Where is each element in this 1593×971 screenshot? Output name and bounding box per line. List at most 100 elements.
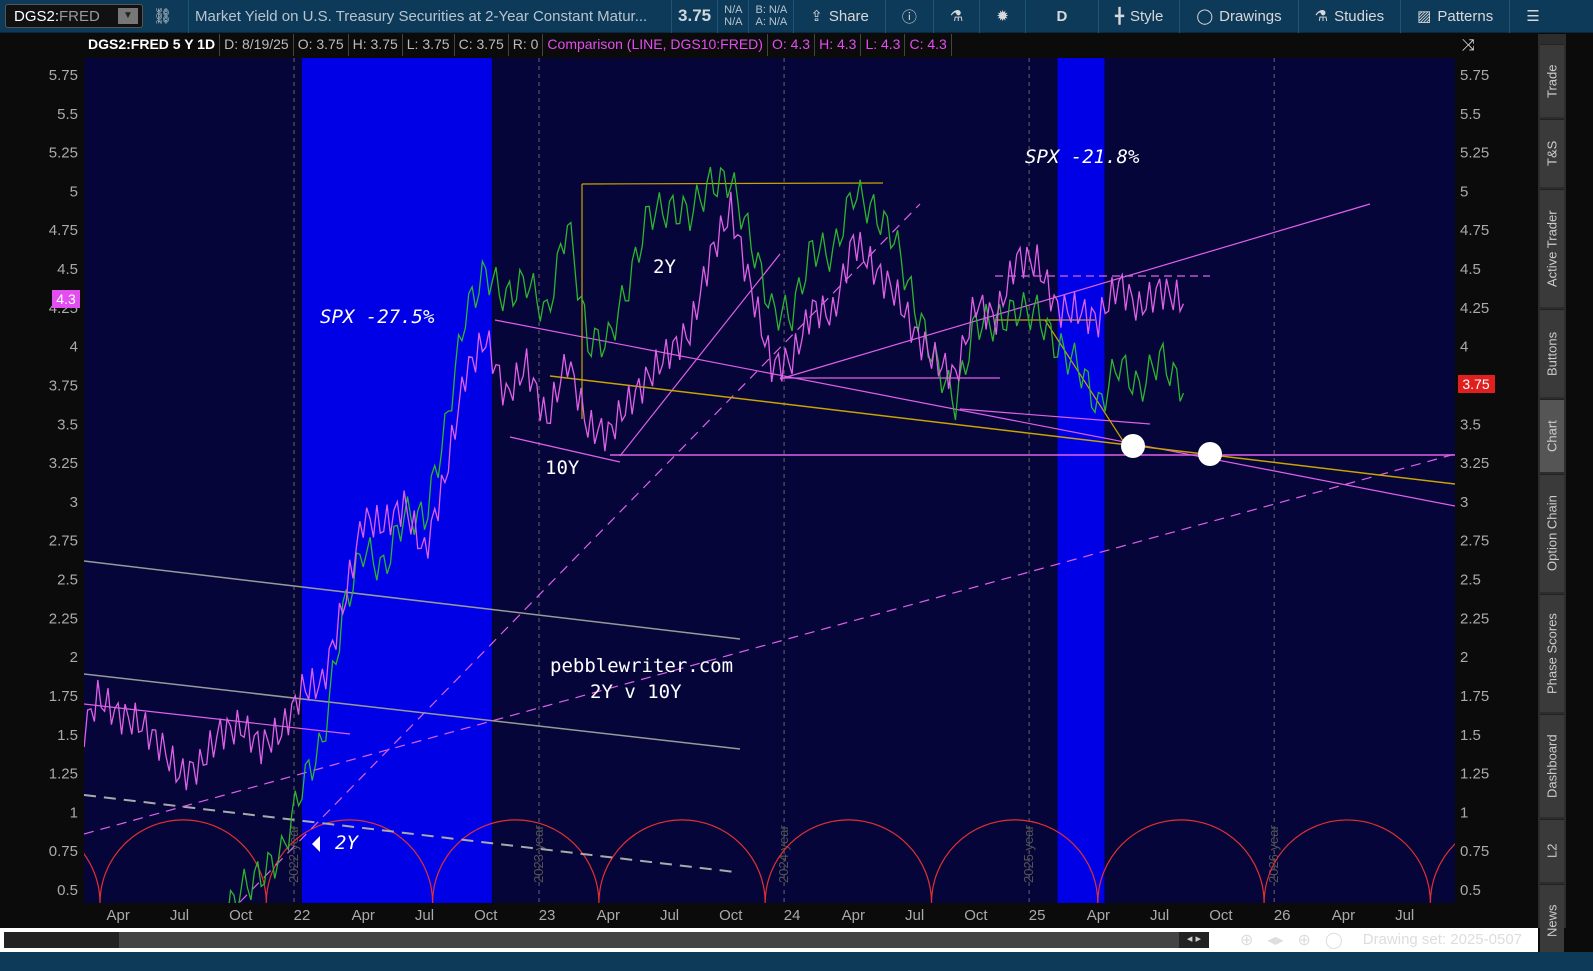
x-tick: Oct [474, 907, 498, 924]
side-tab-news[interactable]: News [1540, 884, 1564, 957]
period-button[interactable]: D [1032, 8, 1092, 25]
shaded-period [1057, 58, 1105, 903]
side-tabs: Trade T&S Active Trader Buttons Chart Option … [1538, 34, 1566, 957]
zoom-icon[interactable]: ⊕ [1240, 930, 1253, 950]
drawings-label: Drawings [1219, 7, 1282, 25]
list-icon: ☰ [1526, 8, 1540, 25]
y-tick-right: 2.75 [1460, 533, 1489, 550]
change-net: N/A [724, 4, 743, 16]
side-tab-buttons[interactable]: Buttons [1540, 309, 1564, 397]
side-tab-l2[interactable]: L2 [1540, 819, 1564, 882]
link-icon[interactable]: ⛓ [143, 7, 182, 25]
y-tick-right: 5 [1460, 183, 1468, 200]
x-tick: 24 [784, 907, 801, 924]
y-tick-right: 3 [1460, 494, 1468, 511]
side-tab-trade[interactable]: Trade [1540, 44, 1564, 117]
side-tab-active-trader[interactable]: Active Trader [1540, 189, 1564, 307]
y-tick-left: 5 [70, 183, 78, 200]
x-tick: Oct [1209, 907, 1233, 924]
x-tick: Jul [660, 907, 679, 924]
horizontal-scrollbar[interactable]: ◂ ▸ [4, 932, 1209, 948]
symbol-source: FRED [59, 7, 100, 25]
side-tab-chart[interactable]: Chart [1540, 399, 1564, 472]
y-tick-left: 5.5 [57, 106, 78, 123]
ask: A: N/A [755, 16, 788, 28]
price-chart[interactable]: 2022 year 2023 year 2024 year 2025 year 2026… [0, 34, 1538, 928]
year-label: 2024 year [776, 825, 791, 883]
x-tick: Apr [107, 907, 130, 924]
scrollbar-thumb[interactable] [119, 932, 1179, 948]
drawing-set[interactable]: Drawing set: 2025-0507 [1363, 931, 1522, 948]
y-tick-right: 4.5 [1460, 261, 1481, 278]
x-tick: 26 [1274, 907, 1291, 924]
side-tab-t-s[interactable]: T&S [1540, 119, 1564, 187]
y-tick-right: 2.25 [1460, 610, 1489, 627]
y-tick-right: 1 [1460, 804, 1468, 821]
flask-icon: ⚗ [949, 8, 964, 25]
y-tick-right: 0.75 [1460, 843, 1489, 860]
x-tick: Apr [597, 907, 620, 924]
chart-annotation: 2Y [653, 256, 676, 278]
flask-button[interactable]: ⚗ [940, 7, 973, 25]
side-tab-dashboard[interactable]: Dashboard [1540, 714, 1564, 817]
y-tick-right: 4 [1460, 339, 1468, 356]
y-tick-left: 4.75 [49, 222, 78, 239]
target-marker[interactable] [1198, 442, 1222, 466]
year-label: 2022 year [286, 825, 301, 883]
y-tick-left: 1.75 [49, 688, 78, 705]
symbol-selector[interactable]: DGS2: FRED ▼ [5, 4, 143, 28]
patterns-button[interactable]: ▨ Patterns [1407, 7, 1503, 26]
scroll-arrows-icon[interactable]: ◂ ▸ [1187, 932, 1201, 945]
x-tick: 23 [539, 907, 556, 924]
info-button[interactable]: ⓘ [892, 6, 927, 27]
y-tick-left: 5.25 [49, 145, 78, 162]
y-tick-right: 5.75 [1460, 67, 1489, 84]
ellipse-icon: ◯ [1196, 8, 1214, 25]
ellipse-icon[interactable]: ◯ [1325, 930, 1343, 950]
target-marker[interactable] [1121, 434, 1145, 458]
y-tick-right: 4.25 [1460, 300, 1489, 317]
y-tick-left: 0.5 [57, 882, 78, 899]
chart-annotation: 2Y [335, 832, 359, 854]
y-tick-right: 0.5 [1460, 882, 1481, 899]
share-button[interactable]: ⇪ Share [800, 7, 879, 26]
style-button[interactable]: ╋ Style [1105, 7, 1173, 26]
year-label: 2023 year [531, 825, 546, 883]
chevron-down-icon[interactable]: ▼ [118, 8, 138, 24]
side-tab-option-chain[interactable]: Option Chain [1540, 474, 1564, 592]
symbol-text: DGS2: [14, 7, 60, 25]
patterns-label: Patterns [1437, 7, 1494, 25]
menu-button[interactable]: ☰ [1516, 7, 1549, 25]
side-tab-phase-scores[interactable]: Phase Scores [1540, 594, 1564, 712]
change-values: N/A N/A [724, 4, 742, 28]
flask-icon: ⚗ [1314, 8, 1329, 25]
y-tick-left: 0.75 [49, 843, 78, 860]
candle-icon: ╋ [1114, 8, 1124, 25]
settings-button[interactable]: ✹ [986, 7, 1019, 25]
studies-label: Studies [1334, 7, 1385, 25]
drawings-button[interactable]: ◯ Drawings [1186, 7, 1291, 26]
y-tick-right: 2 [1460, 649, 1468, 666]
y-tick-right: 5.5 [1460, 106, 1481, 123]
bottom-bar: ◂ ▸ ⊕ ◂▸ ⊕ ◯ Drawing set: 2025-0507 [0, 928, 1538, 952]
y-tick-left: 3.25 [49, 455, 78, 472]
pan-icon[interactable]: ◂▸ [1267, 930, 1283, 950]
y-tick-left: 5.75 [49, 67, 78, 84]
y-tick-right: 1.75 [1460, 688, 1489, 705]
x-tick: Apr [842, 907, 865, 924]
y-tick-right: 3.25 [1460, 455, 1489, 472]
x-tick: Oct [964, 907, 988, 924]
last-price: 3.75 [678, 6, 712, 25]
studies-button[interactable]: ⚗ Studies [1305, 7, 1395, 26]
crosshair-icon[interactable]: ⊕ [1297, 930, 1310, 950]
x-tick: Jul [1395, 907, 1414, 924]
x-tick: 22 [294, 907, 311, 924]
bid-ask: B: N/A A: N/A [755, 4, 787, 28]
y-tick-left: 3 [70, 494, 78, 511]
compress-icon[interactable]: ⤨ [1462, 37, 1475, 54]
share-icon: ⇪ [810, 8, 823, 25]
x-tick: Jul [1150, 907, 1169, 924]
y-tick-left: 2 [70, 649, 78, 666]
gear-icon: ✹ [996, 8, 1009, 25]
x-tick: Apr [1332, 907, 1355, 924]
